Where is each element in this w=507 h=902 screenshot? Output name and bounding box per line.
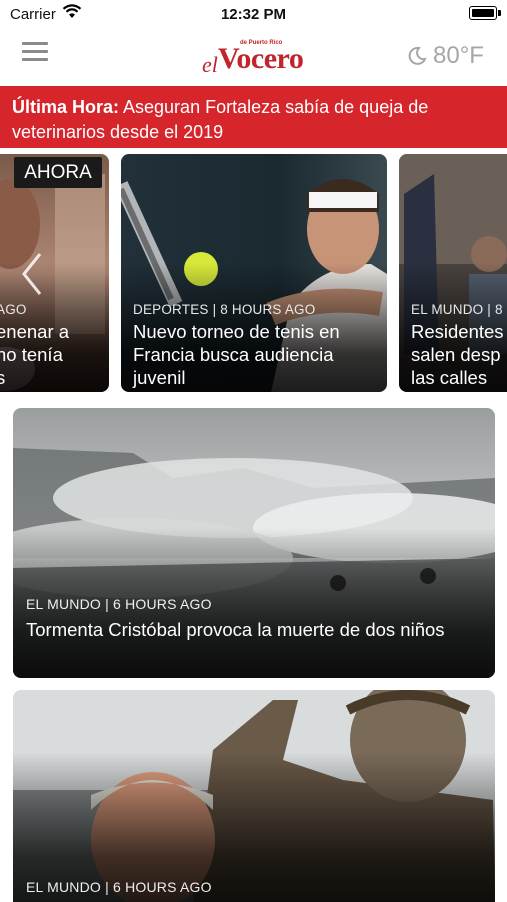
weather-widget[interactable]: 80°F — [407, 42, 491, 72]
carousel-card[interactable]: AGO enenar a no tenía s — [0, 154, 109, 392]
card-headline: Nuevo torneo de tenis en Francia busca a… — [133, 321, 340, 388]
logo-el: el — [202, 52, 218, 77]
breaking-news-banner[interactable]: Última Hora: Aseguran Fortaleza sabía de… — [0, 86, 507, 148]
ahora-badge: AHORA — [14, 157, 102, 188]
card-meta: DEPORTES | 8 HOURS AGO — [133, 302, 316, 317]
logo-name: Vocero — [218, 42, 304, 75]
story-card[interactable]: EL MUNDO | 6 HOURS AGO Tormenta Cristóba… — [13, 408, 495, 678]
hamburger-menu-icon[interactable] — [22, 42, 48, 62]
status-bar: Carrier 12:32 PM — [0, 0, 507, 28]
story-meta: EL MUNDO | 6 HOURS AGO — [26, 879, 212, 895]
story-card[interactable]: EL MUNDO | 6 HOURS AGO — [13, 690, 495, 902]
story-headline: Tormenta Cristóbal provoca la muerte de … — [26, 619, 445, 640]
carousel-card[interactable]: EL MUNDO | 8 Residentes salen desp las c… — [399, 154, 507, 392]
card-headline: Residentes salen desp las calles — [411, 321, 504, 388]
card-headline: enenar a no tenía s — [0, 321, 70, 388]
temperature-label: 80°F — [433, 42, 484, 69]
status-time: 12:32 PM — [220, 6, 287, 23]
carousel-card[interactable]: DEPORTES | 8 HOURS AGO Nuevo torneo de t… — [121, 154, 387, 392]
app-logo[interactable]: de Puerto Rico el Vocero — [200, 40, 310, 77]
chevron-left-icon[interactable] — [20, 252, 44, 296]
featured-carousel[interactable]: AGO enenar a no tenía s AHORA DEPORTES |… — [0, 154, 507, 394]
moon-icon — [408, 46, 427, 65]
card-meta: EL MUNDO | 8 — [411, 302, 503, 317]
battery-icon — [469, 6, 501, 20]
nav-bar: de Puerto Rico el Vocero 80°F — [0, 28, 507, 87]
story-meta: EL MUNDO | 6 HOURS AGO — [26, 596, 212, 612]
card-meta: AGO — [0, 302, 27, 317]
breaking-label: Última Hora: — [12, 97, 120, 117]
